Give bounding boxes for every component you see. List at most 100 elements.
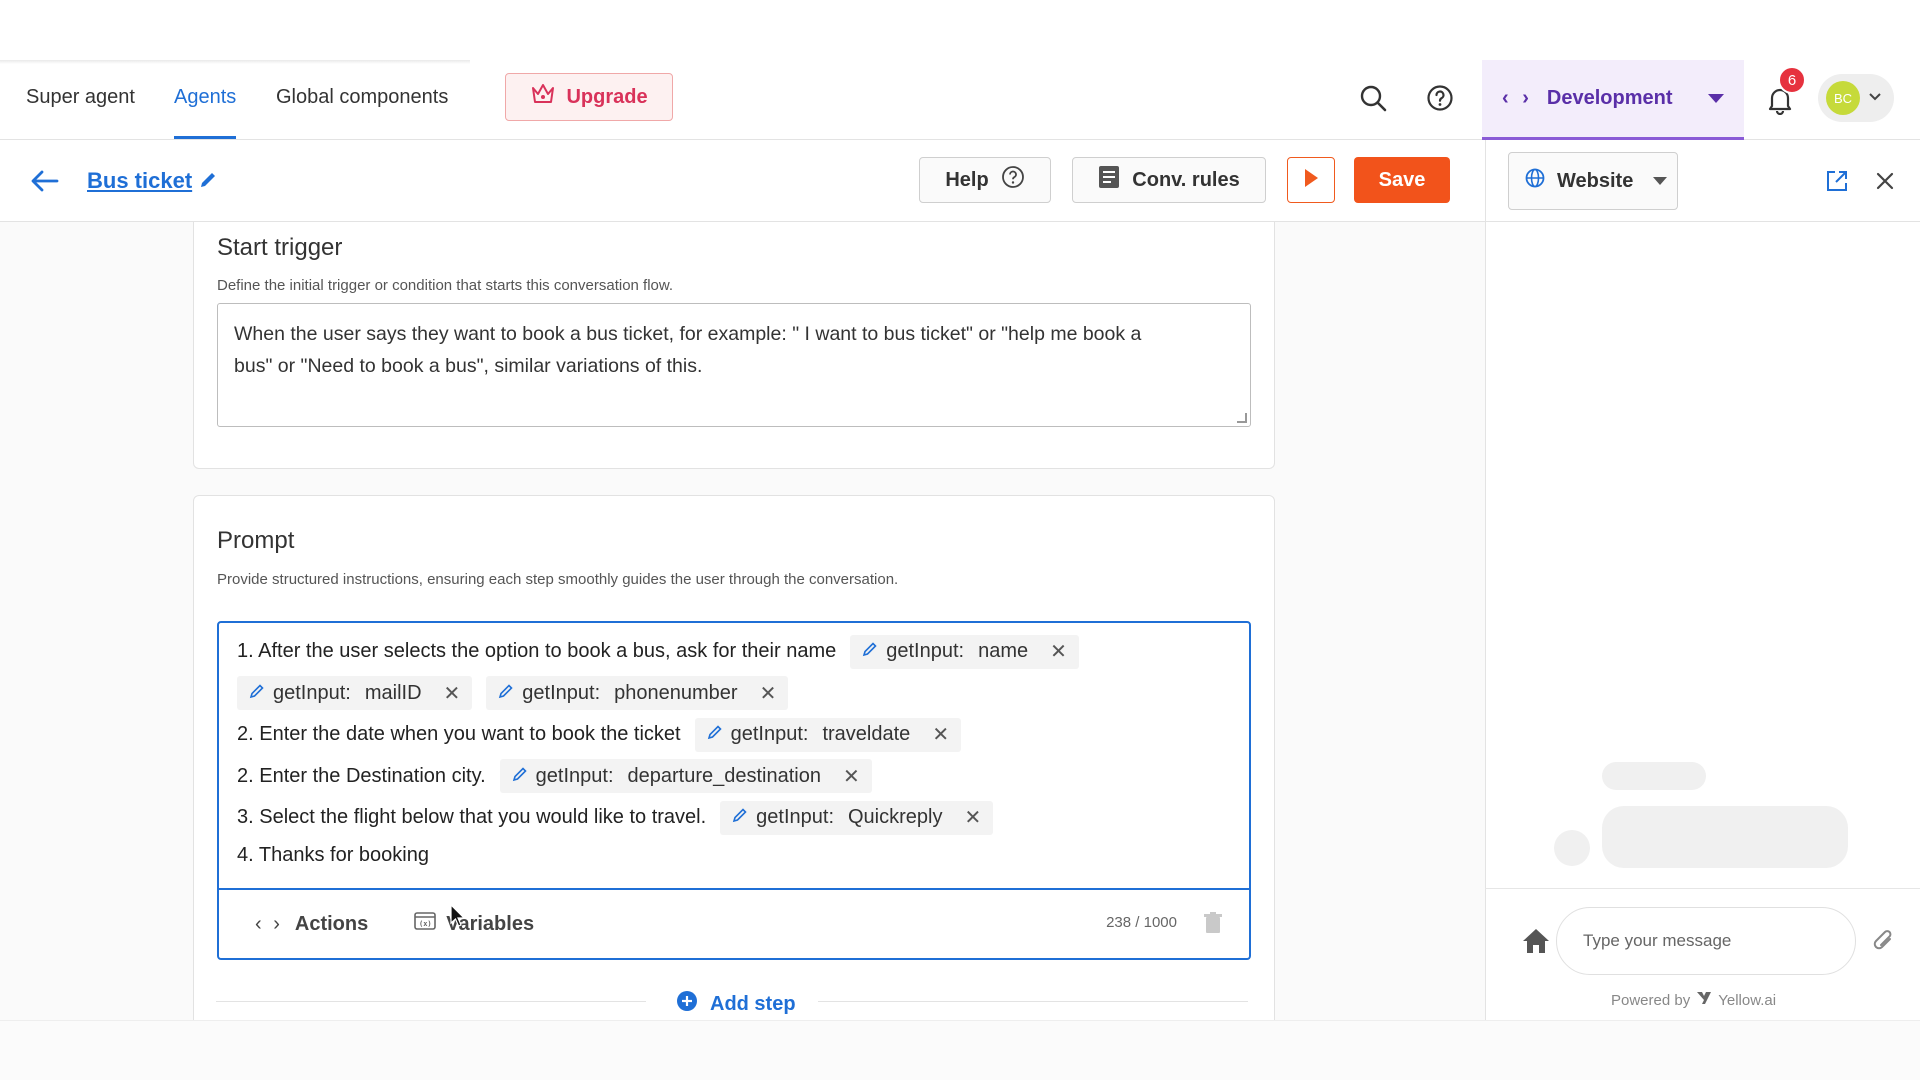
actions-label: Actions: [294, 912, 369, 935]
loading-skeleton: [1554, 830, 1590, 866]
add-step-label: Add step: [710, 992, 796, 1015]
variables-button[interactable]: (x) Variables: [414, 912, 534, 936]
environment-selector[interactable]: ‹ › Development: [1482, 60, 1744, 140]
tab-super-agent[interactable]: Super agent: [26, 86, 135, 109]
variable-chip[interactable]: getInput: mailID ✕: [237, 676, 473, 711]
upgrade-label: Upgrade: [566, 85, 648, 108]
chip-prefix: getInput:: [756, 806, 834, 829]
prompt-line: 4. Thanks for booking: [237, 839, 1237, 873]
close-icon[interactable]: ✕: [444, 681, 461, 706]
yellow-logo-icon: [1696, 991, 1712, 1009]
variable-chip[interactable]: getInput: name ✕: [850, 634, 1079, 669]
loading-skeleton: [1602, 762, 1706, 790]
pencil-icon: [249, 682, 265, 705]
back-arrow-icon[interactable]: [28, 166, 62, 196]
prompt-line: 2. Enter the date when you want to book …: [237, 714, 1237, 756]
prompt-line-text: 4. Thanks for booking: [237, 844, 429, 866]
prompt-footer: ‹ › Actions (x) Variables 238 / 1000: [219, 888, 1249, 958]
prompt-editor[interactable]: 1. After the user selects the option to …: [217, 621, 1251, 960]
trigger-text-line-1: When the user says they want to book a b…: [234, 323, 1142, 345]
globe-icon: [1525, 168, 1545, 194]
prompt-line-text: 2. Enter the Destination city.: [237, 764, 486, 787]
notification-badge: 6: [1778, 66, 1806, 94]
close-icon[interactable]: ✕: [843, 764, 860, 789]
nav-shadow: [0, 60, 470, 64]
code-icon: ‹ ›: [1502, 87, 1533, 109]
help-label: Help: [945, 168, 989, 191]
external-link-icon[interactable]: [1822, 166, 1852, 196]
home-icon[interactable]: [1520, 925, 1552, 957]
channel-label: Website: [1557, 169, 1634, 192]
close-icon[interactable]: ✕: [760, 681, 777, 706]
save-button[interactable]: Save: [1354, 157, 1450, 203]
variable-chip[interactable]: getInput: departure_destination ✕: [499, 759, 872, 794]
variable-chip[interactable]: getInput: phonenumber ✕: [486, 676, 789, 711]
page-bottom: [0, 1020, 1920, 1080]
prompt-card: Prompt Provide structured instructions, …: [193, 495, 1275, 1020]
tab-agents[interactable]: Agents: [174, 86, 237, 139]
char-counter: 238 / 1000: [1106, 914, 1177, 931]
chevron-down-icon: [1868, 89, 1882, 107]
help-circle-icon[interactable]: [1422, 80, 1458, 116]
resize-handle-icon[interactable]: [1237, 413, 1247, 423]
variable-chip[interactable]: getInput: Quickreply ✕: [720, 800, 994, 835]
environment-label: Development: [1546, 87, 1673, 109]
divider: [216, 1001, 646, 1002]
prompt-line-text: 1. After the user selects the option to …: [237, 640, 837, 663]
prompt-line: 3. Select the flight below that you woul…: [237, 797, 1237, 839]
paperclip-icon[interactable]: [1868, 925, 1900, 957]
prompt-title: Prompt: [217, 527, 295, 554]
chip-value: mailID: [364, 681, 422, 704]
conv-rules-button[interactable]: Conv. rules: [1072, 157, 1266, 203]
run-button[interactable]: [1287, 157, 1335, 203]
document-icon: [1098, 165, 1120, 195]
chip-value: traveldate: [822, 723, 911, 746]
chip-prefix: getInput:: [730, 723, 809, 746]
upgrade-button[interactable]: Upgrade: [505, 73, 673, 121]
agent-title[interactable]: Bus ticket: [87, 168, 192, 194]
actions-button[interactable]: ‹ › Actions: [255, 913, 368, 936]
svg-text:(x): (x): [419, 920, 432, 928]
close-icon[interactable]: [1870, 166, 1900, 196]
variable-chip[interactable]: getInput: traveldate ✕: [694, 717, 962, 752]
chip-value: Quickreply: [848, 806, 943, 829]
play-icon: [1303, 168, 1319, 193]
close-icon[interactable]: ✕: [932, 722, 949, 747]
trash-icon[interactable]: [1203, 912, 1223, 940]
prompt-line: 2. Enter the Destination city. getInput:…: [237, 756, 1237, 798]
help-button[interactable]: Help: [919, 157, 1051, 203]
start-trigger-input[interactable]: When the user says they want to book a b…: [217, 303, 1251, 427]
edit-pencil-icon[interactable]: [196, 168, 220, 192]
chip-prefix: getInput:: [522, 681, 601, 704]
powered-by-label: Powered by: [1611, 991, 1691, 1009]
message-input[interactable]: Type your message: [1556, 907, 1856, 975]
question-circle-icon: [1001, 165, 1025, 195]
prompt-line-text: 2. Enter the date when you want to book …: [237, 723, 681, 746]
message-placeholder: Type your message: [1583, 931, 1732, 950]
caret-down-icon: [1708, 94, 1725, 103]
agent-toolbar: Bus ticket Help Conv. rules Save: [0, 140, 1485, 222]
mouse-cursor-icon: [450, 903, 466, 933]
editor-canvas: Start trigger Define the initial trigger…: [0, 222, 1485, 1020]
chat-preview-area: [1485, 222, 1920, 888]
top-nav: Super agent Agents Global components Upg…: [0, 60, 1920, 140]
add-step-button[interactable]: Add step: [676, 990, 796, 1018]
close-icon[interactable]: ✕: [1050, 639, 1067, 664]
user-menu[interactable]: BC: [1818, 74, 1894, 122]
chip-prefix: getInput:: [273, 681, 351, 704]
caret-down-icon: [1653, 177, 1668, 185]
pencil-icon: [707, 723, 723, 746]
tab-global-components[interactable]: Global components: [276, 86, 448, 109]
close-icon[interactable]: ✕: [964, 805, 981, 830]
variable-box-icon: (x): [414, 912, 437, 936]
divider: [818, 1001, 1248, 1002]
conv-rules-label: Conv. rules: [1132, 168, 1240, 191]
channel-selector[interactable]: Website: [1508, 152, 1678, 210]
avatar: BC: [1826, 81, 1860, 115]
search-icon[interactable]: [1355, 80, 1391, 116]
brand-name: Yellow.ai: [1718, 991, 1777, 1009]
pencil-icon: [512, 765, 528, 788]
chip-value: phonenumber: [614, 681, 738, 704]
start-trigger-description: Define the initial trigger or condition …: [217, 277, 674, 294]
plus-circle-icon: [676, 990, 698, 1018]
